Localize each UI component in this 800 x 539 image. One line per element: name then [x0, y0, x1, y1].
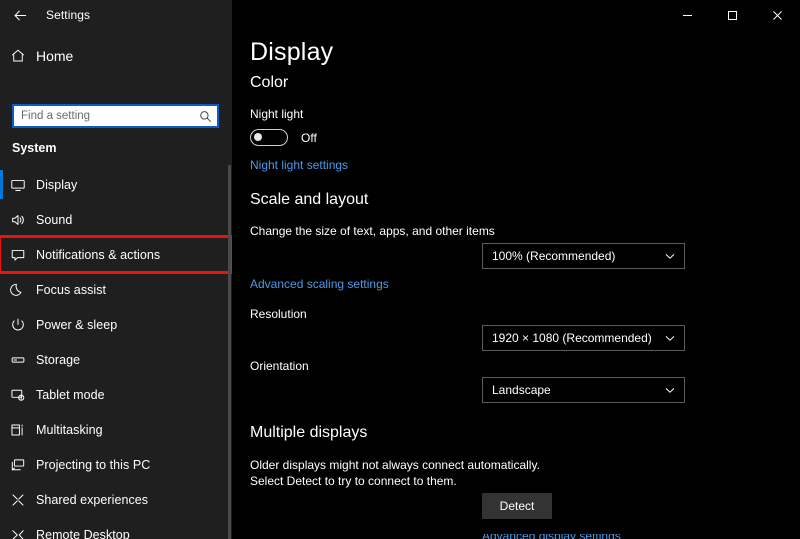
sidebar-item-focus-assist[interactable]: Focus assist [0, 272, 232, 307]
title-bar: Settings [0, 0, 800, 30]
resolution-label: Resolution [250, 307, 307, 321]
sidebar-item-remote-desktop[interactable]: Remote Desktop [0, 517, 232, 539]
sidebar-item-label: Focus assist [36, 282, 107, 297]
night-light-state: Off [301, 130, 317, 145]
sidebar-item-label: Notifications & actions [36, 247, 161, 262]
speaker-icon [0, 212, 36, 228]
back-arrow-icon [13, 8, 28, 23]
sidebar-item-tablet-mode[interactable]: Tablet mode [0, 377, 232, 412]
drive-icon [0, 352, 36, 368]
scale-layout-heading: Scale and layout [250, 191, 369, 208]
search-input[interactable] [21, 107, 197, 125]
sidebar-nav-list: Display Sound Notifications & actions Focus… [0, 167, 232, 539]
sidebar-item-notifications-actions[interactable]: Notifications & actions [0, 235, 232, 274]
search-icon[interactable] [197, 108, 213, 124]
chat-bubble-icon [0, 247, 36, 263]
resolution-dropdown[interactable]: 1920 × 1080 (Recommended) [482, 325, 685, 351]
sidebar-item-label: Shared experiences [36, 492, 149, 507]
night-light-label: Night light [250, 107, 304, 121]
advanced-display-settings-link[interactable]: Advanced display settings [482, 534, 621, 539]
sidebar-item-projecting-to-this-pc[interactable]: Projecting to this PC [0, 447, 232, 482]
scale-dropdown-value: 100% (Recommended) [492, 249, 616, 263]
minimize-icon [682, 10, 693, 21]
multitask-icon [0, 422, 36, 438]
sidebar-item-label: Power & sleep [36, 317, 118, 332]
close-button[interactable] [755, 0, 800, 30]
back-button[interactable] [0, 0, 40, 30]
sidebar-section-title: System [12, 141, 57, 155]
sidebar-item-label: Sound [36, 212, 73, 227]
search-container [12, 104, 219, 128]
moon-icon [0, 282, 36, 298]
multiple-displays-heading: Multiple displays [250, 424, 368, 441]
detect-button[interactable]: Detect [482, 493, 552, 519]
sidebar-item-shared-experiences[interactable]: Shared experiences [0, 482, 232, 517]
night-light-toggle[interactable] [250, 129, 288, 146]
remote-desktop-icon [0, 527, 36, 539]
title-bar-left: Settings [0, 0, 232, 30]
sidebar-item-multitasking[interactable]: Multitasking [0, 412, 232, 447]
sidebar-item-label: Multitasking [36, 422, 103, 437]
selected-accent-bar [0, 170, 3, 199]
toggle-knob [254, 133, 262, 141]
sidebar-item-storage[interactable]: Storage [0, 342, 232, 377]
color-section-heading: Color [250, 74, 289, 91]
sidebar-item-sound[interactable]: Sound [0, 202, 232, 237]
chevron-down-icon [664, 332, 676, 344]
tablet-icon [0, 387, 36, 403]
sidebar-item-label: Storage [36, 352, 81, 367]
search-box[interactable] [12, 104, 219, 128]
sidebar-item-label: Remote Desktop [36, 527, 130, 539]
scale-label: Change the size of text, apps, and other… [250, 224, 495, 238]
scale-dropdown[interactable]: 100% (Recommended) [482, 243, 685, 269]
maximize-icon [727, 10, 738, 21]
page-title: Display [250, 38, 334, 66]
resolution-dropdown-value: 1920 × 1080 (Recommended) [492, 331, 652, 345]
maximize-button[interactable] [710, 0, 755, 30]
orientation-dropdown[interactable]: Landscape [482, 377, 685, 403]
minimize-button[interactable] [665, 0, 710, 30]
sidebar-home-label: Home [36, 48, 74, 64]
chevron-down-icon [664, 250, 676, 262]
orientation-label: Orientation [250, 359, 309, 373]
orientation-dropdown-value: Landscape [492, 383, 551, 397]
chevron-down-icon [664, 384, 676, 396]
night-light-settings-link[interactable]: Night light settings [250, 158, 348, 172]
sidebar-item-display[interactable]: Display [0, 167, 232, 202]
multiple-displays-description: Older displays might not always connect … [250, 458, 540, 488]
sidebar-item-label: Tablet mode [36, 387, 105, 402]
window-controls [665, 0, 800, 30]
monitor-icon [0, 177, 36, 193]
sidebar: Home System Display Sound Notifications & … [0, 30, 232, 539]
sidebar-item-label: Display [36, 177, 78, 192]
night-light-toggle-row: Off [250, 129, 317, 146]
sidebar-item-power-sleep[interactable]: Power & sleep [0, 307, 232, 342]
home-icon [0, 48, 36, 64]
sidebar-item-label: Projecting to this PC [36, 457, 151, 472]
sidebar-scrollbar[interactable] [228, 165, 231, 539]
share-icon [0, 492, 36, 508]
advanced-scaling-link[interactable]: Advanced scaling settings [250, 277, 389, 291]
close-icon [772, 10, 783, 21]
power-icon [0, 317, 36, 333]
sidebar-item-home[interactable]: Home [0, 41, 232, 71]
window-title: Settings [46, 8, 91, 22]
settings-window: Settings Home Find a setting System Disp… [0, 0, 800, 539]
project-icon [0, 457, 36, 473]
main-content: Display Color Night light Off Night ligh… [232, 30, 800, 539]
